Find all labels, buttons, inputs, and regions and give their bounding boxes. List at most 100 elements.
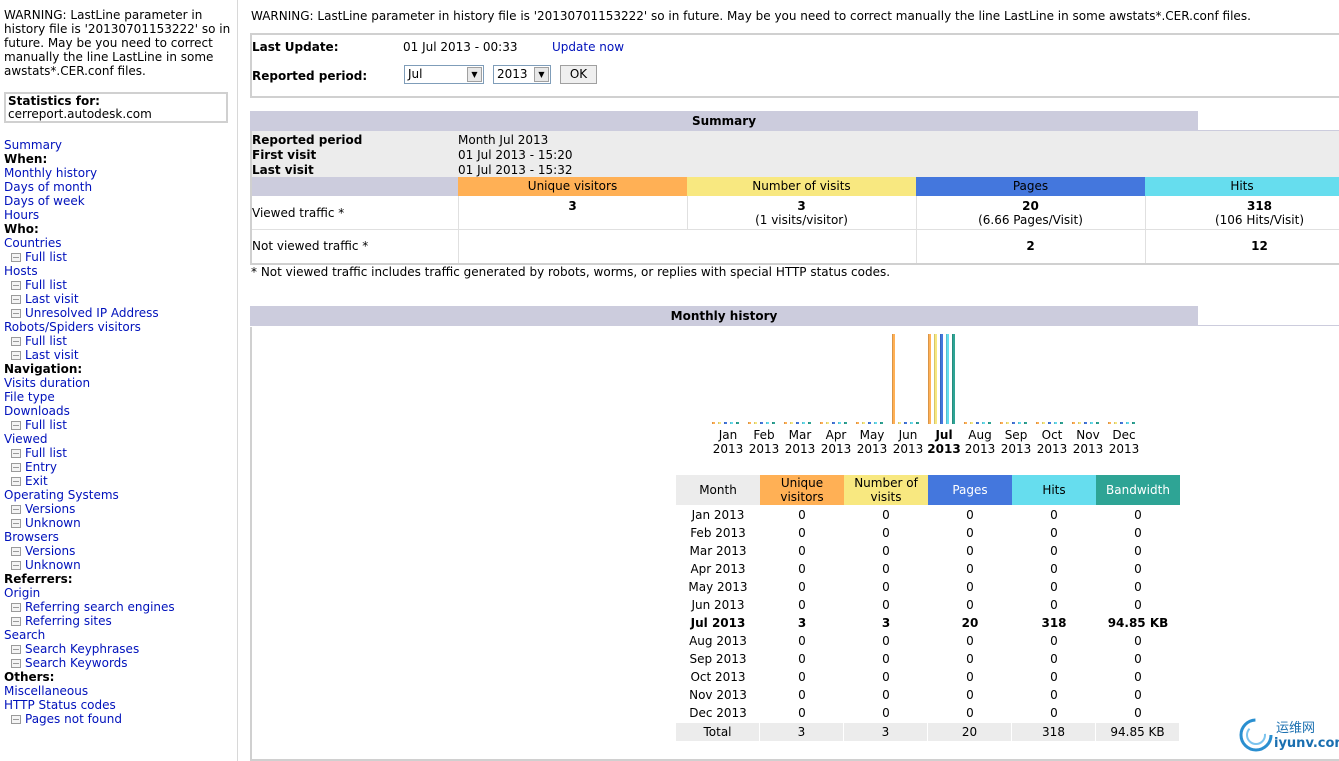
chart-month-name: May	[859, 428, 885, 442]
menu-subitem-versions[interactable]: Versions	[4, 502, 236, 516]
menu-label: Unresolved IP Address	[25, 306, 159, 320]
menu-subitem-search-keywords[interactable]: Search Keywords	[4, 656, 236, 670]
update-now-link[interactable]: Update now	[552, 40, 624, 54]
menu-label: Entry	[25, 460, 57, 474]
history-col-visits: Number of visits	[844, 475, 928, 505]
menu-subitem-search-keyphrases[interactable]: Search Keyphrases	[4, 642, 236, 656]
viewed-pages-value: 20	[1022, 199, 1039, 213]
table-cell-month: Sep 2013	[689, 652, 747, 666]
table-cell-h: 318	[1041, 616, 1067, 630]
table-row: Jun 2013 0 0 0 0 0	[252, 596, 1339, 614]
chart-bar-pages	[1048, 422, 1051, 424]
reported-period-row-value: Month Jul 2013	[458, 133, 549, 147]
table-cell-month: Nov 2013	[689, 688, 747, 702]
menu-item-browsers[interactable]: Browsers	[4, 530, 236, 544]
table-cell-month: Apr 2013	[690, 562, 746, 576]
table-row: Sep 2013 0 0 0 0 0	[252, 650, 1339, 668]
menu-label: Browsers	[4, 530, 59, 544]
list-icon	[11, 561, 21, 570]
menu-subitem-entry[interactable]: Entry	[4, 460, 236, 474]
menu-item-days-of-week[interactable]: Days of week	[4, 194, 236, 208]
menu-subitem-versions[interactable]: Versions	[4, 544, 236, 558]
reported-period-row-label: Reported period	[252, 133, 363, 147]
table-cell-bw: 0	[1134, 634, 1142, 648]
menu-item-search[interactable]: Search	[4, 628, 236, 642]
menu-item-downloads[interactable]: Downloads	[4, 404, 236, 418]
menu-item-viewed[interactable]: Viewed	[4, 432, 236, 446]
menu-subitem-referring-sites[interactable]: Referring sites	[4, 614, 236, 628]
menu-item-hosts[interactable]: Hosts	[4, 264, 236, 278]
monthly-history-chart-labels: Jan 2013 Feb 2013 Mar 2013 Apr 2013 May 2013 Jun 20…	[710, 428, 1150, 458]
menu-label: Exit	[25, 474, 48, 488]
menu-subitem-full-list[interactable]: Full list	[4, 446, 236, 460]
menu-item-monthly-history[interactable]: Monthly history	[4, 166, 236, 180]
list-icon	[11, 519, 21, 528]
menu-item-http-status-codes[interactable]: HTTP Status codes	[4, 698, 236, 712]
chart-bar-unique-visitors	[1036, 422, 1039, 424]
first-visit-label: First visit	[252, 148, 317, 162]
chart-bar-hits	[982, 422, 985, 424]
chart-bar-bandwidth	[736, 422, 739, 424]
menu-item-operating-systems[interactable]: Operating Systems	[4, 488, 236, 502]
table-cell-v: 0	[882, 526, 890, 540]
table-cell-u: 0	[798, 526, 806, 540]
menu-subitem-unresolved-ip-address[interactable]: Unresolved IP Address	[4, 306, 236, 320]
chart-bar-bandwidth	[952, 334, 955, 424]
menu-subitem-full-list[interactable]: Full list	[4, 278, 236, 292]
menu-label: Search Keywords	[25, 656, 128, 670]
menu-item-days-of-month[interactable]: Days of month	[4, 180, 236, 194]
menu-subitem-unknown[interactable]: Unknown	[4, 558, 236, 572]
table-cell-u: 0	[798, 562, 806, 576]
month-select[interactable]: Jul ▼	[404, 65, 484, 84]
menu-subitem-last-visit[interactable]: Last visit	[4, 292, 236, 306]
chart-bar-number-of-visits	[898, 422, 901, 424]
menu-item-countries[interactable]: Countries	[4, 236, 236, 250]
menu-subitem-pages-not-found[interactable]: Pages not found	[4, 712, 236, 726]
chart-bar-unique-visitors	[748, 422, 751, 424]
table-row: May 2013 0 0 0 0 0	[252, 578, 1339, 596]
menu-subitem-referring-search-engines[interactable]: Referring search engines	[4, 600, 236, 614]
chart-bar-pages	[904, 422, 907, 424]
menu-subitem-full-list[interactable]: Full list	[4, 250, 236, 264]
menu-subitem-exit[interactable]: Exit	[4, 474, 236, 488]
chart-bar-unique-visitors	[784, 422, 787, 424]
year-select[interactable]: 2013 ▼	[493, 65, 551, 84]
table-row: Jan 2013 0 0 0 0 0	[252, 506, 1339, 524]
table-cell-month: Jun 2013	[691, 598, 745, 612]
table-cell-h: 0	[1050, 706, 1058, 720]
menu-item-file-type[interactable]: File type	[4, 390, 236, 404]
menu-subitem-full-list[interactable]: Full list	[4, 418, 236, 432]
menu-subitem-full-list[interactable]: Full list	[4, 334, 236, 348]
ok-button[interactable]: OK	[560, 65, 597, 84]
menu-item-miscellaneous[interactable]: Miscellaneous	[4, 684, 236, 698]
menu-label: Versions	[25, 544, 76, 558]
menu-subitem-last-visit[interactable]: Last visit	[4, 348, 236, 362]
table-cell-bw: 94.85 KB	[1107, 616, 1169, 630]
table-cell-v: 0	[882, 598, 890, 612]
list-icon	[11, 295, 21, 304]
menu-item-robots-spiders-visitors[interactable]: Robots/Spiders visitors	[4, 320, 236, 334]
summary-title: Summary	[250, 111, 1198, 131]
chart-bar-number-of-visits	[1006, 422, 1009, 424]
menu-subitem-unknown[interactable]: Unknown	[4, 516, 236, 530]
menu-item-summary[interactable]: Summary	[4, 138, 236, 152]
table-cell-month: Jul 2013	[690, 616, 746, 630]
menu-item-origin[interactable]: Origin	[4, 586, 236, 600]
table-cell-month: Mar 2013	[689, 544, 747, 558]
menu-item-visits-duration[interactable]: Visits duration	[4, 376, 236, 390]
navigation-menu: Summary When: Monthly history Days of month…	[4, 138, 236, 726]
chart-bar-bandwidth	[880, 422, 883, 424]
menu-label: Downloads	[4, 404, 70, 418]
table-cell-month: Oct 2013	[690, 670, 746, 684]
chart-bar-pages	[796, 422, 799, 424]
chart-bar-pages	[868, 422, 871, 424]
chart-bar-hits	[1090, 422, 1093, 424]
table-cell-h: 318	[1012, 723, 1096, 741]
menu-item-hours[interactable]: Hours	[4, 208, 236, 222]
chart-month-year: 2013	[1108, 442, 1140, 456]
chart-bar-number-of-visits	[934, 334, 937, 424]
chart-bar-pages	[832, 422, 835, 424]
statistics-site-name: cerreport.autodesk.com	[8, 107, 152, 121]
summary-col-pages: Pages	[916, 177, 1145, 196]
menu-section-others: Others:	[4, 670, 236, 684]
